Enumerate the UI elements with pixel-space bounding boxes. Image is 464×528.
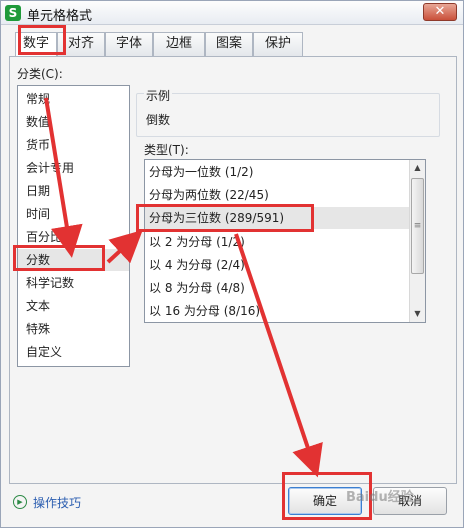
arrow-to-fraction [44,97,83,258]
annotation-arrows [44,97,323,478]
watermark: Baidu经验 [346,490,414,505]
arrow-to-three-digit [106,229,143,264]
arrow-to-ok [234,233,323,478]
